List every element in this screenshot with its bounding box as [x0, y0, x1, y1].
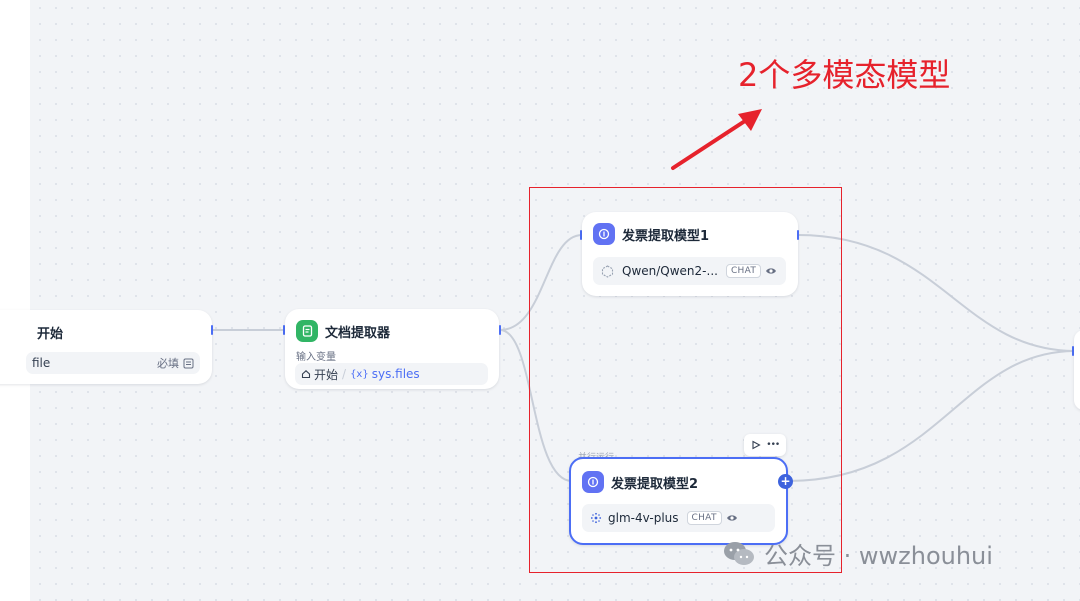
start-variable-name: file — [32, 356, 51, 370]
downstream-node-partial[interactable] — [1074, 330, 1080, 410]
watermark: 公众号 · wwzhouhui — [722, 536, 993, 571]
document-extractor-icon — [296, 320, 318, 342]
llm-2-model-name: glm-4v-plus — [608, 511, 679, 525]
llm-1-model-selector[interactable]: Qwen/Qwen2-... CHAT — [593, 257, 786, 285]
variable-prefix-icon: {x} — [350, 368, 369, 380]
required-label: 必填 — [157, 357, 179, 370]
llm-1-model-name: Qwen/Qwen2-... — [622, 264, 718, 278]
llm-node-1-title: 发票提取模型1 — [622, 228, 710, 244]
wechat-icon — [724, 541, 754, 565]
extractor-output-handle[interactable] — [499, 325, 501, 335]
input-variable-label: 输入变量 — [296, 352, 336, 363]
llm-2-model-selector[interactable]: glm-4v-plus CHAT — [582, 504, 775, 532]
llm1-output-handle[interactable] — [797, 230, 799, 240]
llm-icon — [593, 223, 615, 245]
node-2-toolbar: ••• — [744, 434, 786, 456]
llm-node-2[interactable]: 发票提取模型2 glm-4v-plus CHAT — [569, 457, 788, 545]
start-node-title: 开始 — [37, 327, 64, 342]
form-icon — [183, 358, 194, 368]
input-source-node: 开始 — [314, 367, 339, 382]
input-variable-name: sys.files — [371, 367, 420, 381]
llm-node-2-title: 发票提取模型2 — [611, 476, 699, 492]
start-node-output-handle[interactable] — [211, 325, 213, 335]
model-provider-icon — [601, 264, 614, 278]
more-options-icon[interactable]: ••• — [766, 440, 780, 450]
extractor-input-field[interactable]: 开始 / {x} sys.files — [295, 363, 488, 385]
start-node[interactable]: 开始 file 必填 — [0, 310, 212, 384]
run-node-icon[interactable] — [751, 440, 761, 450]
doc-extractor-title: 文档提取器 — [325, 325, 391, 341]
eye-icon — [765, 266, 777, 276]
llm-node-1[interactable]: 发票提取模型1 Qwen/Qwen2-... CHAT — [582, 212, 798, 296]
canvas-left-strip — [0, 0, 30, 601]
add-next-node-button[interactable]: + — [778, 474, 793, 489]
annotation-label: 2个多模态模型 — [738, 56, 951, 94]
zhipu-model-icon — [590, 512, 602, 524]
doc-extractor-node[interactable]: 文档提取器 输入变量 开始 / {x} sys.files — [285, 309, 499, 389]
start-node-input-field[interactable]: file 必填 — [26, 352, 200, 374]
annotation-arrow — [671, 109, 762, 170]
eye-icon — [726, 513, 738, 523]
llm-icon — [582, 471, 604, 493]
llm-1-mode-badge: CHAT — [725, 264, 762, 278]
watermark-text: 公众号 · wwzhouhui — [764, 542, 993, 570]
llm-2-mode-badge: CHAT — [686, 511, 722, 525]
home-icon — [301, 370, 311, 379]
